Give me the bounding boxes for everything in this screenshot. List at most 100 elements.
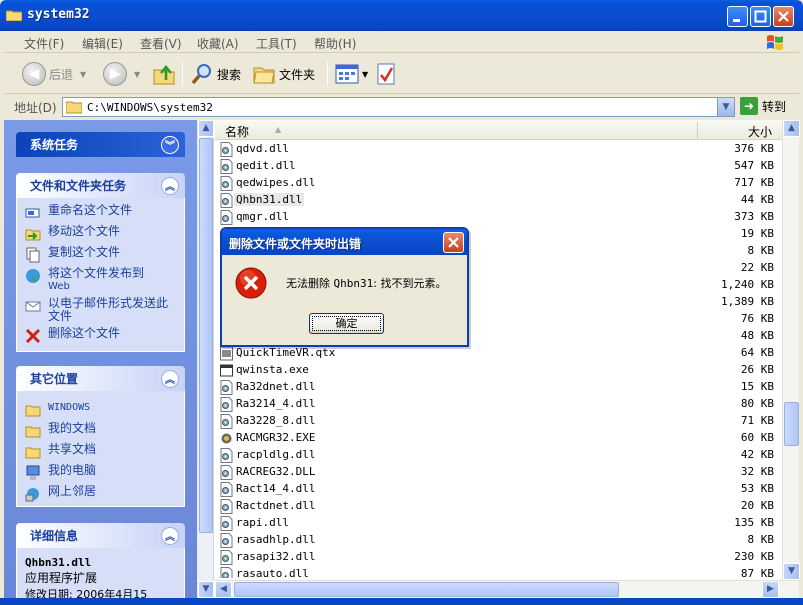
horizontal-scrollbar[interactable]: ◀ ▶	[215, 580, 799, 598]
column-divider[interactable]	[697, 122, 698, 138]
folders-button[interactable]: 文件夹	[252, 60, 315, 88]
file-row[interactable]: Ract14_4.dll 53 KB	[215, 481, 782, 498]
place-shared-documents[interactable]: 共享文档	[25, 443, 176, 460]
task-rename[interactable]: 重命名这个文件	[25, 204, 176, 221]
file-name: qedwipes.dll	[236, 176, 316, 189]
file-name: Ra3228_8.dll	[236, 414, 316, 427]
task-email[interactable]: 以电子邮件形式发送此文件	[25, 297, 176, 323]
dll-file-icon	[220, 482, 233, 497]
file-row[interactable]: Ra3228_8.dll 71 KB	[215, 413, 782, 430]
place-windows[interactable]: WINDOWS	[25, 401, 176, 418]
chevron-up-icon[interactable]: ︽	[161, 176, 179, 195]
column-name[interactable]: 名称	[225, 123, 249, 140]
up-folder-button[interactable]	[152, 60, 176, 88]
file-row[interactable]: qedwipes.dll 717 KB	[215, 175, 782, 192]
menu-file[interactable]: 文件(F)	[24, 35, 64, 52]
task-delete[interactable]: 删除这个文件	[25, 327, 176, 344]
place-my-computer[interactable]: 我的电脑	[25, 464, 176, 481]
menu-favorites[interactable]: 收藏(A)	[197, 35, 239, 52]
title-bar[interactable]: system32	[0, 0, 803, 31]
file-row[interactable]: qedit.dll 547 KB	[215, 158, 782, 175]
menu-edit[interactable]: 编辑(E)	[82, 35, 123, 52]
close-button[interactable]	[773, 6, 794, 27]
chevron-down-icon[interactable]: ︾	[161, 135, 179, 154]
file-row[interactable]: rasauto.dll 87 KB	[215, 566, 782, 578]
address-dropdown-chevron-icon[interactable]: ▼	[717, 98, 734, 116]
minimize-button[interactable]	[727, 6, 748, 27]
file-row[interactable]: Ra32dnet.dll 15 KB	[215, 379, 782, 396]
search-button[interactable]: 搜索	[190, 60, 241, 88]
back-button[interactable]: ◀ 后退 ▼	[22, 60, 86, 88]
file-size: 547 KB	[734, 159, 774, 172]
dialog-title-bar[interactable]: 删除文件或文件夹时出错	[222, 229, 467, 255]
file-row[interactable]: rasapi32.dll 230 KB	[215, 549, 782, 566]
file-row[interactable]: Ra3214_4.dll 80 KB	[215, 396, 782, 413]
place-my-documents[interactable]: 我的文档	[25, 422, 176, 439]
properties-button[interactable]	[376, 60, 396, 88]
go-button[interactable]: ➜ 转到	[740, 97, 786, 115]
file-size: 1,389 KB	[721, 295, 774, 308]
maximize-button[interactable]	[750, 6, 771, 27]
other-places-body: WINDOWS 我的文档 共享文档 我的电脑 网上邻居	[16, 391, 185, 507]
chevron-down-icon[interactable]: ▼	[134, 70, 140, 79]
chevron-up-icon[interactable]: ︽	[161, 369, 179, 388]
dll-file-icon	[220, 380, 233, 395]
scroll-right-arrow-icon[interactable]: ▶	[762, 581, 779, 598]
details-header[interactable]: 详细信息 ︽	[16, 523, 185, 548]
scroll-down-arrow-icon[interactable]: ▼	[198, 581, 214, 598]
go-arrow-icon: ➜	[740, 97, 758, 115]
error-icon	[235, 267, 267, 299]
file-row[interactable]: Ractdnet.dll 20 KB	[215, 498, 782, 515]
folder-icon	[25, 405, 41, 417]
file-tasks-body: 重命名这个文件 移动这个文件 复制这个文件 将这个文件发布到 Web 以电子邮件形…	[16, 198, 185, 352]
ok-button[interactable]: 确定	[309, 313, 384, 334]
scroll-down-arrow-icon[interactable]: ▼	[783, 563, 800, 580]
file-name: Qhbn31.dll	[234, 193, 305, 206]
file-row[interactable]: QuickTimeVR.qtx 64 KB	[215, 345, 782, 362]
file-row[interactable]: qmgr.dll 373 KB	[215, 209, 782, 226]
file-row[interactable]: RACMGR32.EXE 60 KB	[215, 430, 782, 447]
back-arrow-icon: ◀	[22, 62, 46, 86]
column-size[interactable]: 大小	[748, 123, 772, 140]
address-input[interactable]: C:\WINDOWS\system32 ▼	[62, 97, 735, 117]
file-row[interactable]: Qhbn31.dll 44 KB	[215, 192, 782, 209]
go-label: 转到	[762, 99, 787, 114]
views-button[interactable]: ▼	[335, 60, 368, 88]
task-copy[interactable]: 复制这个文件	[25, 246, 176, 263]
other-places-title: 其它位置	[30, 372, 79, 386]
menu-view[interactable]: 查看(V)	[140, 35, 182, 52]
task-move[interactable]: 移动这个文件	[25, 225, 176, 242]
file-row[interactable]: rapi.dll 135 KB	[215, 515, 782, 532]
file-row[interactable]: qwinsta.exe 26 KB	[215, 362, 782, 379]
left-scrollbar[interactable]: ▲ ▼	[198, 120, 214, 598]
file-row[interactable]: RACREG32.DLL 32 KB	[215, 464, 782, 481]
scroll-thumb[interactable]	[199, 138, 213, 533]
scroll-left-arrow-icon[interactable]: ◀	[215, 581, 232, 598]
file-tasks-header[interactable]: 文件和文件夹任务 ︽	[16, 173, 185, 198]
scroll-up-arrow-icon[interactable]: ▲	[198, 120, 214, 137]
dialog-message: 无法删除 Qhbn31: 找不到元素。	[286, 277, 447, 290]
file-tasks-panel: 文件和文件夹任务 ︽ 重命名这个文件 移动这个文件 复制这个文件 将这个文件发布…	[16, 173, 185, 352]
place-network[interactable]: 网上邻居	[25, 485, 176, 502]
scroll-thumb[interactable]	[784, 402, 799, 446]
file-row[interactable]: qdvd.dll 376 KB	[215, 141, 782, 158]
dll-file-icon	[220, 567, 233, 578]
scroll-thumb[interactable]	[234, 582, 619, 597]
dialog-close-button[interactable]	[443, 232, 464, 253]
chevron-down-icon[interactable]: ▼	[80, 70, 86, 79]
file-row[interactable]: racpldlg.dll 42 KB	[215, 447, 782, 464]
rename-icon	[25, 208, 40, 218]
right-scrollbar[interactable]: ▲ ▼	[782, 120, 800, 580]
chevron-down-icon[interactable]: ▼	[362, 70, 368, 79]
task-publish-web[interactable]: 将这个文件发布到 Web	[25, 267, 176, 293]
chevron-up-icon[interactable]: ︽	[161, 526, 179, 545]
forward-button[interactable]: ▶ ▼	[103, 60, 140, 88]
menu-tools[interactable]: 工具(T)	[256, 35, 297, 52]
menu-help[interactable]: 帮助(H)	[314, 35, 356, 52]
file-row[interactable]: rasadhlp.dll 8 KB	[215, 532, 782, 549]
system-tasks-header[interactable]: 系统任务 ︾	[16, 132, 185, 157]
file-size: 230 KB	[734, 550, 774, 563]
move-icon	[25, 229, 41, 241]
other-places-header[interactable]: 其它位置 ︽	[16, 366, 185, 391]
scroll-up-arrow-icon[interactable]: ▲	[783, 120, 800, 137]
